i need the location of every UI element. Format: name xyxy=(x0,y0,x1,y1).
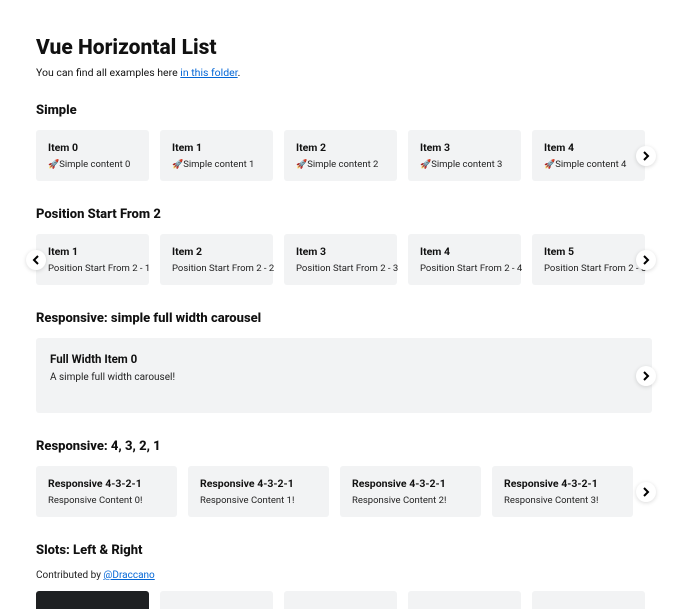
section-heading: Simple xyxy=(36,103,652,118)
item-sub: Responsive Content 0! xyxy=(48,495,165,506)
item-title: Responsive 4-3-2-1 xyxy=(352,477,469,490)
chevron-left-icon xyxy=(31,255,41,265)
item-sub: Responsive Content 3! xyxy=(504,495,621,506)
list-item xyxy=(160,591,273,609)
list-item: Responsive 4-3-2-1 Responsive Content 3! xyxy=(492,466,633,517)
rocket-icon: 🚀 xyxy=(48,160,59,170)
contrib-link[interactable]: @Draccano xyxy=(103,570,154,581)
list-item: Item 4 🚀Simple content 4 xyxy=(532,130,645,181)
next-button[interactable] xyxy=(636,366,656,386)
item-title: Item 3 xyxy=(296,245,385,258)
list-item: Responsive 4-3-2-1 Responsive Content 1! xyxy=(188,466,329,517)
item-sub: A simple full width carousel! xyxy=(50,372,638,383)
section-position: Position Start From 2 Item 1 Position St… xyxy=(36,207,652,285)
item-sub: 🚀Simple content 3 xyxy=(420,159,509,170)
carousel-track xyxy=(36,591,652,609)
item-sub: 🚀Simple content 1 xyxy=(172,159,261,170)
item-sub: 🚀Simple content 2 xyxy=(296,159,385,170)
item-sub: Position Start From 2 - 5 xyxy=(544,263,633,274)
intro-link[interactable]: in this folder xyxy=(180,66,237,79)
carousel-track: Full Width Item 0 A simple full width ca… xyxy=(36,338,652,413)
next-button[interactable] xyxy=(636,146,656,166)
item-title: Item 0 xyxy=(48,141,137,154)
item-sub: Position Start From 2 - 2 xyxy=(172,263,261,274)
rocket-icon: 🚀 xyxy=(544,160,555,170)
list-item: Item 3 🚀Simple content 3 xyxy=(408,130,521,181)
item-title: Item 2 xyxy=(296,141,385,154)
item-sub: Responsive Content 1! xyxy=(200,495,317,506)
item-sub: 🚀Simple content 0 xyxy=(48,159,137,170)
carousel-track: Responsive 4-3-2-1 Responsive Content 0!… xyxy=(36,466,652,517)
item-sub: Position Start From 2 - 4 xyxy=(420,263,509,274)
chevron-right-icon xyxy=(641,255,651,265)
item-title: Item 4 xyxy=(420,245,509,258)
item-title: Item 2 xyxy=(172,245,261,258)
item-title: Item 5 xyxy=(544,245,633,258)
section-slots: Slots: Left & Right Contributed by @Drac… xyxy=(36,543,652,609)
list-item xyxy=(284,591,397,609)
list-item: Full Width Item 0 A simple full width ca… xyxy=(36,338,652,413)
section-fullwidth: Responsive: simple full width carousel F… xyxy=(36,311,652,413)
item-title: Responsive 4-3-2-1 xyxy=(200,477,317,490)
item-sub: 🚀Simple content 4 xyxy=(544,159,633,170)
item-title: Item 1 xyxy=(48,245,137,258)
rocket-icon: 🚀 xyxy=(172,160,183,170)
item-sub: Position Start From 2 - 1 xyxy=(48,263,137,274)
list-item: Item 0 🚀Simple content 0 xyxy=(36,130,149,181)
next-button[interactable] xyxy=(636,482,656,502)
item-title: Item 4 xyxy=(544,141,633,154)
item-title: Responsive 4-3-2-1 xyxy=(504,477,621,490)
intro-text: You can find all examples here in this f… xyxy=(36,66,652,79)
list-item: Item 2 Position Start From 2 - 2 xyxy=(160,234,273,285)
item-title: Item 3 xyxy=(420,141,509,154)
list-item: Item 2 🚀Simple content 2 xyxy=(284,130,397,181)
list-item: Item 5 Position Start From 2 - 5 xyxy=(532,234,645,285)
page-title: Vue Horizontal List xyxy=(36,36,652,60)
list-item xyxy=(36,591,149,609)
section-heading: Slots: Left & Right xyxy=(36,543,652,558)
chevron-right-icon xyxy=(641,151,651,161)
section-heading: Responsive: simple full width carousel xyxy=(36,311,652,326)
rocket-icon: 🚀 xyxy=(296,160,307,170)
list-item: Responsive 4-3-2-1 Responsive Content 0! xyxy=(36,466,177,517)
list-item: Item 3 Position Start From 2 - 3 xyxy=(284,234,397,285)
list-item xyxy=(532,591,645,609)
next-button[interactable] xyxy=(636,250,656,270)
contributed-by: Contributed by @Draccano xyxy=(36,570,652,581)
list-item: Responsive 4-3-2-1 Responsive Content 2! xyxy=(340,466,481,517)
item-sub: Responsive Content 2! xyxy=(352,495,469,506)
prev-button[interactable] xyxy=(26,250,46,270)
rocket-icon: 🚀 xyxy=(420,160,431,170)
chevron-right-icon xyxy=(641,371,651,381)
item-title: Full Width Item 0 xyxy=(50,352,638,366)
list-item: Item 1 Position Start From 2 - 1 xyxy=(36,234,149,285)
list-item xyxy=(408,591,521,609)
section-simple: Simple Item 0 🚀Simple content 0 Item 1 🚀… xyxy=(36,103,652,181)
carousel-track: Item 1 Position Start From 2 - 1 Item 2 … xyxy=(36,234,652,285)
chevron-right-icon xyxy=(641,487,651,497)
list-item: Item 4 Position Start From 2 - 4 xyxy=(408,234,521,285)
section-r4321: Responsive: 4, 3, 2, 1 Responsive 4-3-2-… xyxy=(36,439,652,517)
carousel-track: Item 0 🚀Simple content 0 Item 1 🚀Simple … xyxy=(36,130,652,181)
item-title: Item 1 xyxy=(172,141,261,154)
section-heading: Position Start From 2 xyxy=(36,207,652,222)
item-sub: Position Start From 2 - 3 xyxy=(296,263,385,274)
item-title: Responsive 4-3-2-1 xyxy=(48,477,165,490)
section-heading: Responsive: 4, 3, 2, 1 xyxy=(36,439,652,454)
list-item: Item 1 🚀Simple content 1 xyxy=(160,130,273,181)
